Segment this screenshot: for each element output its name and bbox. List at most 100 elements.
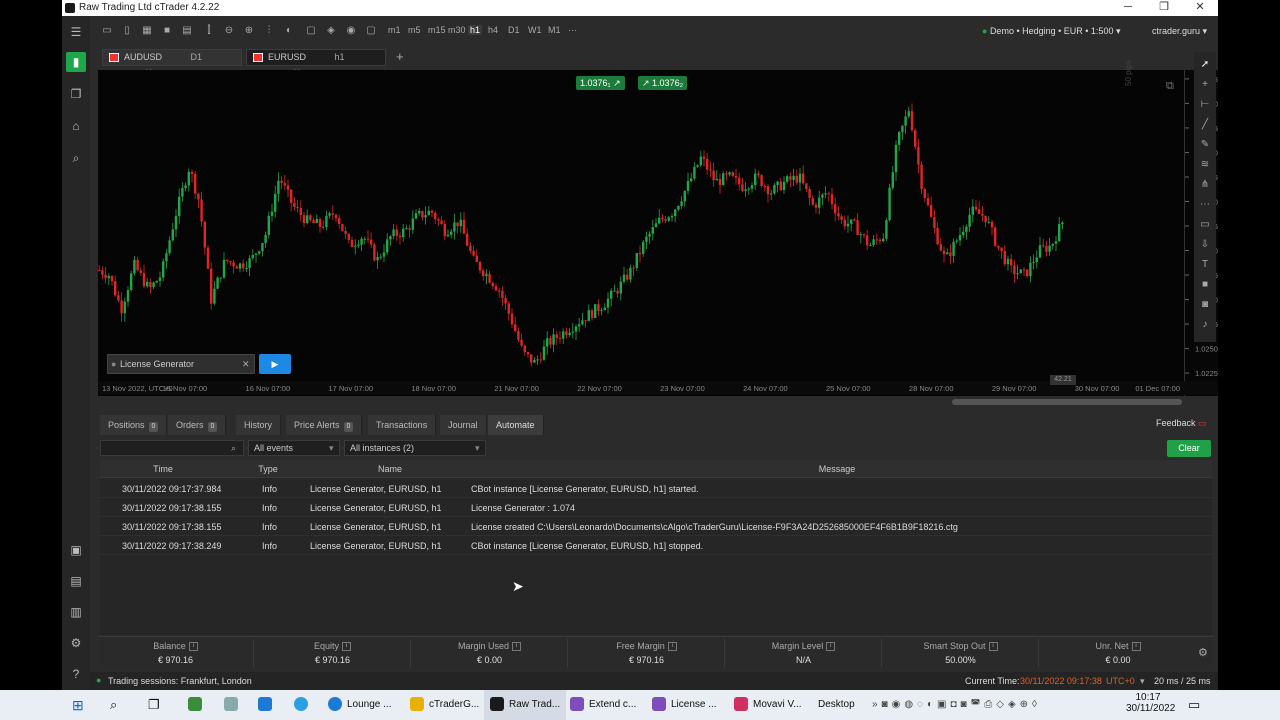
col-message[interactable]: Message	[472, 464, 1202, 474]
taskbar-app-vs-extend[interactable]: Extend c...	[570, 697, 636, 713]
wallet-icon[interactable]: ▥	[66, 602, 86, 622]
desktop-button[interactable]: Desktop	[818, 697, 855, 713]
timeframe-m1[interactable]: m1	[388, 25, 401, 35]
layout-split-icon[interactable]: ▤	[180, 24, 194, 38]
search-icon[interactable]: ⌕	[110, 697, 117, 713]
taskbar-app-ctraderguru[interactable]: cTraderG...	[410, 697, 479, 713]
clock[interactable]: 10:17 30/11/2022	[1126, 692, 1175, 714]
log-search-input[interactable]: ⌕	[100, 440, 244, 456]
info-icon[interactable]: i	[188, 642, 198, 652]
detach-icon[interactable]: ▯	[120, 24, 134, 38]
app-icon[interactable]	[258, 697, 277, 713]
info-icon[interactable]: i	[342, 642, 351, 652]
timeframe-m30[interactable]: m30	[448, 25, 466, 35]
analyze-icon[interactable]: ⌕	[66, 148, 86, 168]
fib-icon[interactable]: ≋	[1198, 158, 1212, 172]
start-bot-button[interactable]: ▶	[259, 354, 291, 374]
channel-icon[interactable]: ⋯	[1198, 198, 1212, 212]
automate-icon[interactable]: ⌂	[66, 116, 86, 136]
layout-grid-icon[interactable]: ▦	[140, 24, 154, 38]
info-icon[interactable]: i	[988, 642, 998, 652]
alert-bell-icon[interactable]: ♪	[1198, 318, 1212, 332]
add-tab-icon[interactable]: +	[396, 49, 404, 64]
chart-area[interactable]	[98, 70, 1184, 396]
timeframe-mn1[interactable]: M1	[548, 25, 561, 35]
timezone-chevron-icon[interactable]: ▾	[1140, 676, 1145, 687]
timeframe-h4[interactable]: h4	[488, 25, 498, 35]
indicators-icon[interactable]: ⫶	[262, 24, 276, 38]
tab-orders[interactable]: Orders 0	[168, 415, 227, 435]
tab-transactions[interactable]: Transactions	[368, 415, 437, 435]
bot-instance-chip[interactable]: ● License Generator ✕	[107, 354, 255, 374]
hline-icon[interactable]: ⊢	[1198, 98, 1212, 112]
info-icon[interactable]: i	[667, 642, 677, 652]
pitchfork-icon[interactable]: ⋔	[1198, 178, 1212, 192]
col-time[interactable]: Time	[100, 464, 226, 474]
remove-bot-icon[interactable]: ✕	[242, 355, 250, 373]
info-icon[interactable]: i	[1131, 642, 1141, 652]
trade-icon[interactable]: ▮	[66, 52, 86, 72]
log-row[interactable]: 30/11/2022 09:17:38.155 Info License Gen…	[100, 498, 1212, 517]
telegram-icon[interactable]	[294, 697, 313, 713]
events-select[interactable]: All events ▾	[248, 440, 340, 456]
tab-price-alerts[interactable]: Price Alerts 0	[286, 415, 363, 435]
ctrader-icon[interactable]: ◐	[282, 24, 296, 38]
col-type[interactable]: Type	[228, 464, 308, 474]
timeframe-w1[interactable]: W1	[528, 25, 542, 35]
arrow-icon[interactable]: ⇩	[1198, 238, 1212, 252]
briefcase-icon[interactable]: ▣	[66, 540, 86, 560]
ask-price-tag[interactable]: ↗ 1.0376₂	[638, 76, 688, 90]
timeframe-d1[interactable]: D1	[508, 25, 520, 35]
close-button[interactable]: ✕	[1182, 0, 1218, 16]
start-windows-icon[interactable]: ⊞	[72, 697, 84, 713]
trendline-icon[interactable]: ╱	[1198, 118, 1212, 132]
menu-icon[interactable]: ☰	[66, 22, 86, 42]
camera-icon[interactable]: ◙	[1198, 298, 1212, 312]
timeframe-m5[interactable]: m5	[408, 25, 421, 35]
store-icon[interactable]	[188, 697, 207, 713]
zoom-in-icon[interactable]: ⊕	[242, 24, 256, 38]
user-menu[interactable]: ctrader.guru ▾	[1152, 26, 1207, 37]
instances-select[interactable]: All instances (2) ▾	[344, 440, 486, 456]
col-name[interactable]: Name	[310, 464, 470, 474]
pen-icon[interactable]: ✎	[1198, 138, 1212, 152]
info-icon[interactable]: i	[512, 642, 522, 652]
log-row[interactable]: 30/11/2022 09:17:38.155 Info License Gen…	[100, 517, 1212, 536]
taskbar-app-lounge[interactable]: Lounge ...	[328, 697, 391, 713]
settings-gear-icon[interactable]: ⚙	[66, 633, 86, 653]
tab-journal[interactable]: Journal	[440, 415, 487, 435]
zoom-out-icon[interactable]: ⊖	[222, 24, 236, 38]
crosshair-icon[interactable]: +	[1198, 78, 1212, 92]
tab-history[interactable]: History	[236, 415, 282, 435]
tab-eurusd[interactable]: EURUSD h1 ✕	[246, 49, 386, 77]
layers-icon[interactable]: ◈	[324, 24, 338, 38]
bid-price-tag[interactable]: 1.0376₁ ↗	[576, 76, 625, 90]
timeframe-h1[interactable]: h1	[468, 25, 483, 35]
calendar-icon[interactable]: ▤	[66, 571, 86, 591]
app-icon[interactable]	[224, 697, 243, 713]
timezone[interactable]: UTC+0	[1106, 676, 1135, 686]
copy-icon[interactable]: ❐	[66, 84, 86, 104]
text-icon[interactable]: T	[1198, 258, 1212, 272]
layout-single-icon[interactable]: ■	[160, 24, 174, 38]
notification-icon[interactable]: ▭	[1188, 697, 1200, 713]
account-settings-gear-icon[interactable]: ⚙	[1198, 646, 1208, 659]
trading-sessions[interactable]: Trading sessions: Frankfurt, London	[108, 676, 252, 686]
taskbar-app-vs-license[interactable]: License ...	[652, 697, 717, 713]
taskbar-app-ctrader[interactable]: Raw Trad...	[484, 690, 567, 720]
more-options[interactable]: ···	[568, 25, 577, 35]
timeframe-m15[interactable]: m15	[428, 25, 446, 35]
log-row[interactable]: 30/11/2022 09:17:37.984 Info License Gen…	[100, 479, 1212, 498]
square-icon[interactable]: ■	[1198, 278, 1212, 292]
tab-positions[interactable]: Positions 0	[100, 415, 168, 435]
chart-scrollbar[interactable]	[952, 399, 1182, 405]
cursor-icon[interactable]: ➚	[1198, 58, 1212, 72]
tray-icons[interactable]: »◙◉◍◌◐▣◘◙◚⎙◇◈⊕◊	[872, 697, 1041, 713]
taskbar-app-movavi[interactable]: Movavi V...	[734, 697, 802, 713]
popout-icon[interactable]: ⧉	[1166, 80, 1174, 93]
template-icon[interactable]: ▢	[364, 24, 378, 38]
clear-log-button[interactable]: Clear	[1167, 440, 1211, 457]
tab-audusd[interactable]: AUDUSD D1 ✕	[102, 49, 242, 77]
eye-icon[interactable]: ◉	[344, 24, 358, 38]
help-icon[interactable]: ?	[66, 664, 86, 684]
